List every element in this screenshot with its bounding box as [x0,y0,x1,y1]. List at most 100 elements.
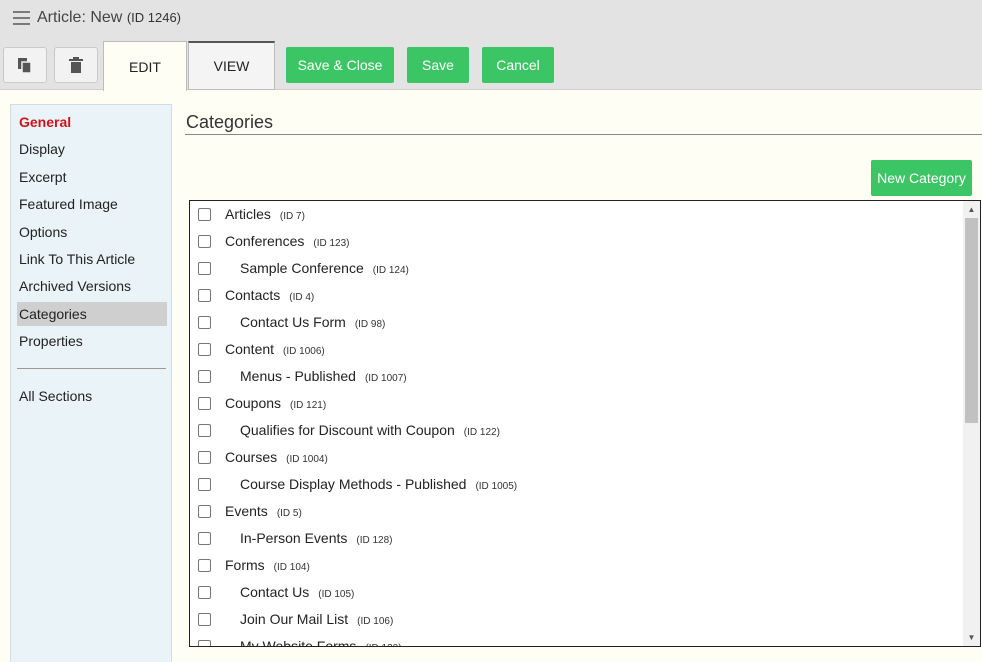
category-id: (ID 1006) [283,346,325,357]
category-name: Join Our Mail List [240,611,349,627]
category-label: Articles (ID 7) [225,206,305,222]
category-row[interactable]: In-Person Events (ID 128) [190,525,965,552]
category-checkbox[interactable] [198,478,211,491]
category-name: Conferences [225,233,305,249]
category-name: Sample Conference [240,260,364,276]
cancel-button[interactable]: Cancel [482,47,554,83]
category-name: Courses [225,449,278,465]
page-title-id: (ID 1246) [126,10,182,25]
sidebar-item-display[interactable]: Display [17,137,167,161]
category-label: Qualifies for Discount with Coupon (ID 12… [240,422,500,438]
sidebar-item-categories[interactable]: Categories [17,302,167,326]
category-name: Course Display Methods - Published [240,476,467,492]
category-name: Contacts [225,287,281,303]
sidebar-item-excerpt[interactable]: Excerpt [17,165,167,189]
sidebar: General Display Excerpt Featured Image O… [10,104,172,662]
category-checkbox[interactable] [198,289,211,302]
category-list-box[interactable]: Articles (ID 7) Conferences (ID 123) Sample … [189,200,981,647]
category-row[interactable]: Content (ID 1006) [190,336,965,363]
category-label: Join Our Mail List (ID 106) [240,611,393,627]
scroll-thumb[interactable] [965,218,978,423]
category-label: Course Display Methods - Published (ID 10… [240,476,517,492]
category-label: Coupons (ID 121) [225,395,326,411]
category-checkbox[interactable] [198,235,211,248]
category-label: Content (ID 1006) [225,341,325,357]
category-row[interactable]: Join Our Mail List (ID 106) [190,606,965,633]
delete-button[interactable] [54,47,98,83]
category-checkbox[interactable] [198,343,211,356]
category-row[interactable]: Contact Us Form (ID 98) [190,309,965,336]
category-id: (ID 106) [357,616,394,627]
trash-icon [69,57,83,73]
category-row[interactable]: Course Display Methods - Published (ID 10… [190,471,965,498]
sidebar-item-featured-image[interactable]: Featured Image [17,192,167,216]
category-name: Qualifies for Discount with Coupon [240,422,455,438]
scroll-up-arrow-icon[interactable]: ▲ [963,201,980,218]
category-label: Forms (ID 104) [225,557,310,573]
category-label: In-Person Events (ID 128) [240,530,393,546]
sidebar-item-properties[interactable]: Properties [17,329,167,353]
category-row[interactable]: Contact Us (ID 105) [190,579,965,606]
category-id: (ID 122) [463,427,500,438]
category-checkbox[interactable] [198,424,211,437]
sidebar-item-archived-versions[interactable]: Archived Versions [17,274,167,298]
page-title: Article: New (ID 1246) [37,9,181,27]
category-checkbox[interactable] [198,532,211,545]
category-checkbox[interactable] [198,262,211,275]
category-label: Conferences (ID 123) [225,233,350,249]
category-name: Menus - Published [240,368,356,384]
category-checkbox[interactable] [198,559,211,572]
category-row[interactable]: My Website Forms (ID 120) [190,633,965,647]
category-name: In-Person Events [240,530,348,546]
category-label: Contact Us (ID 105) [240,584,354,600]
tab-view[interactable]: VIEW [188,41,275,90]
category-name: My Website Forms [240,638,357,647]
category-scrollbar[interactable]: ▲ ▼ [963,201,980,646]
category-row[interactable]: Sample Conference (ID 124) [190,255,965,282]
category-id: (ID 121) [290,400,327,411]
category-checkbox[interactable] [198,505,211,518]
toolbar: EDIT VIEW Save & Close Save Cancel [0,37,982,91]
category-label: Courses (ID 1004) [225,449,328,465]
category-checkbox[interactable] [198,397,211,410]
scroll-down-arrow-icon[interactable]: ▼ [963,629,980,646]
category-label: Contact Us Form (ID 98) [240,314,385,330]
section-title: Categories [186,112,274,132]
category-row[interactable]: Conferences (ID 123) [190,228,965,255]
hamburger-icon[interactable] [13,11,30,25]
sidebar-item-options[interactable]: Options [17,220,167,244]
save-close-button[interactable]: Save & Close [286,47,394,83]
section-divider [185,134,982,135]
category-row[interactable]: Qualifies for Discount with Coupon (ID 12… [190,417,965,444]
category-id: (ID 123) [313,238,350,249]
sidebar-item-link-to-article[interactable]: Link To This Article [17,247,167,271]
category-checkbox[interactable] [198,316,211,329]
category-label: Contacts (ID 4) [225,287,314,303]
sidebar-item-general[interactable]: General [17,110,167,134]
category-label: My Website Forms (ID 120) [240,638,402,647]
category-checkbox[interactable] [198,640,211,646]
tab-edit[interactable]: EDIT [103,41,187,91]
category-row[interactable]: Events (ID 5) [190,498,965,525]
category-checkbox[interactable] [198,370,211,383]
category-name: Coupons [225,395,282,411]
category-row[interactable]: Contacts (ID 4) [190,282,965,309]
category-id: (ID 4) [289,292,315,303]
page-title-text: Article: New [37,9,123,26]
category-checkbox[interactable] [198,613,211,626]
category-checkbox[interactable] [198,451,211,464]
category-checkbox[interactable] [198,208,211,221]
new-category-button[interactable]: New Category [871,160,972,196]
sidebar-item-all-sections[interactable]: All Sections [17,384,167,408]
category-row[interactable]: Courses (ID 1004) [190,444,965,471]
save-button[interactable]: Save [407,47,469,83]
category-row[interactable]: Menus - Published (ID 1007) [190,363,965,390]
category-checkbox[interactable] [198,586,211,599]
category-id: (ID 120) [365,643,401,646]
category-id: (ID 5) [276,508,302,519]
category-row[interactable]: Articles (ID 7) [190,201,965,228]
category-label: Menus - Published (ID 1007) [240,368,407,384]
category-row[interactable]: Coupons (ID 121) [190,390,965,417]
copy-button[interactable] [3,47,47,83]
category-row[interactable]: Forms (ID 104) [190,552,965,579]
